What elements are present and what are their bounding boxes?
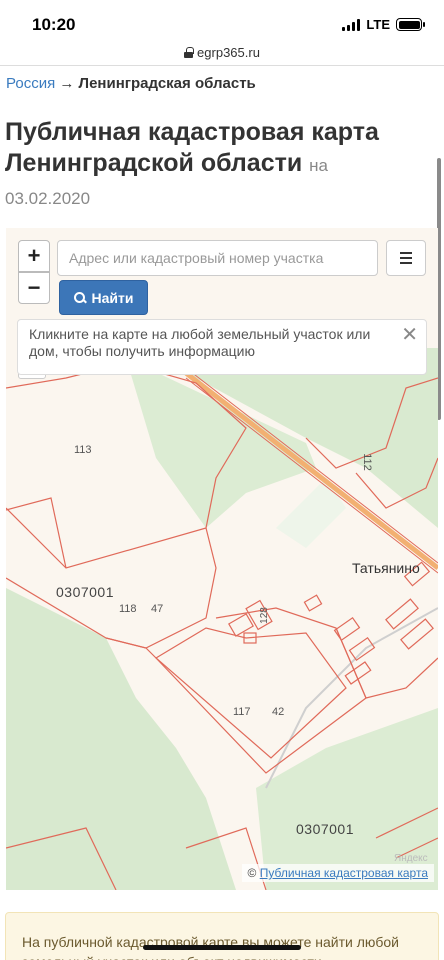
block-label: 0307001	[56, 584, 115, 600]
breadcrumb: Россия → Ленинградская область	[6, 75, 256, 92]
parcel-label: 113	[74, 444, 92, 456]
zoom-in-button[interactable]: +	[18, 240, 50, 272]
attribution-link[interactable]: Публичная кадастровая карта	[260, 866, 428, 880]
yandex-logo: Яндекс	[394, 853, 428, 864]
home-indicator[interactable]	[143, 945, 301, 950]
breadcrumb-link-russia[interactable]: Россия	[6, 75, 55, 92]
parcel-label: 117	[233, 706, 251, 718]
network-type: LTE	[366, 17, 390, 32]
breadcrumb-separator: →	[59, 75, 75, 92]
status-bar: 10:20 LTE	[0, 0, 444, 40]
status-icons: LTE	[342, 17, 425, 32]
zoom-out-button[interactable]: −	[18, 272, 50, 304]
search-icon	[73, 291, 86, 304]
battery-icon	[396, 18, 425, 31]
clock: 10:20	[32, 15, 76, 34]
parcel-label: 42	[272, 706, 285, 718]
page-title-suffix: на	[309, 156, 329, 175]
breadcrumb-current: Ленинградская область	[78, 75, 256, 92]
address-bar[interactable]: egrp365.ru	[0, 40, 444, 66]
forest-area	[6, 588, 236, 890]
village-label: Татьянино	[352, 560, 420, 576]
menu-icon-line	[400, 262, 412, 264]
page-date: 03.02.2020	[5, 189, 91, 208]
find-button-label: Найти	[91, 289, 134, 306]
block-label: 0307001	[296, 821, 355, 837]
menu-icon-line	[400, 257, 412, 259]
map-attribution: © Публичная кадастровая карта	[241, 864, 434, 882]
menu-button[interactable]	[386, 240, 426, 276]
map-hint-text: Кликните на карте на любой земельный уча…	[29, 326, 371, 359]
signal-icon	[342, 18, 361, 31]
parcel-label: 128	[258, 607, 270, 624]
cadastral-search-input[interactable]	[57, 240, 378, 276]
parcel-label: 118	[119, 603, 137, 615]
find-button[interactable]: Найти	[59, 280, 148, 315]
close-icon[interactable]: ✕	[401, 325, 418, 345]
parcel-label: 112	[360, 453, 373, 471]
map-hint-tooltip: Кликните на карте на любой земельный уча…	[17, 319, 427, 375]
page-title: Публичная кадастровая карта Ленинградско…	[5, 117, 435, 214]
copyright-symbol: ©	[247, 866, 257, 880]
menu-icon-line	[400, 252, 412, 254]
lock-icon	[184, 47, 194, 58]
parcel-label: 47	[151, 603, 164, 615]
url-text: egrp365.ru	[197, 45, 260, 60]
cadastral-map[interactable]: 113 112 Татьянино 0307001 118 47 128 117…	[6, 228, 438, 890]
info-alert: На публичной кадастровой карте вы можете…	[5, 912, 439, 960]
